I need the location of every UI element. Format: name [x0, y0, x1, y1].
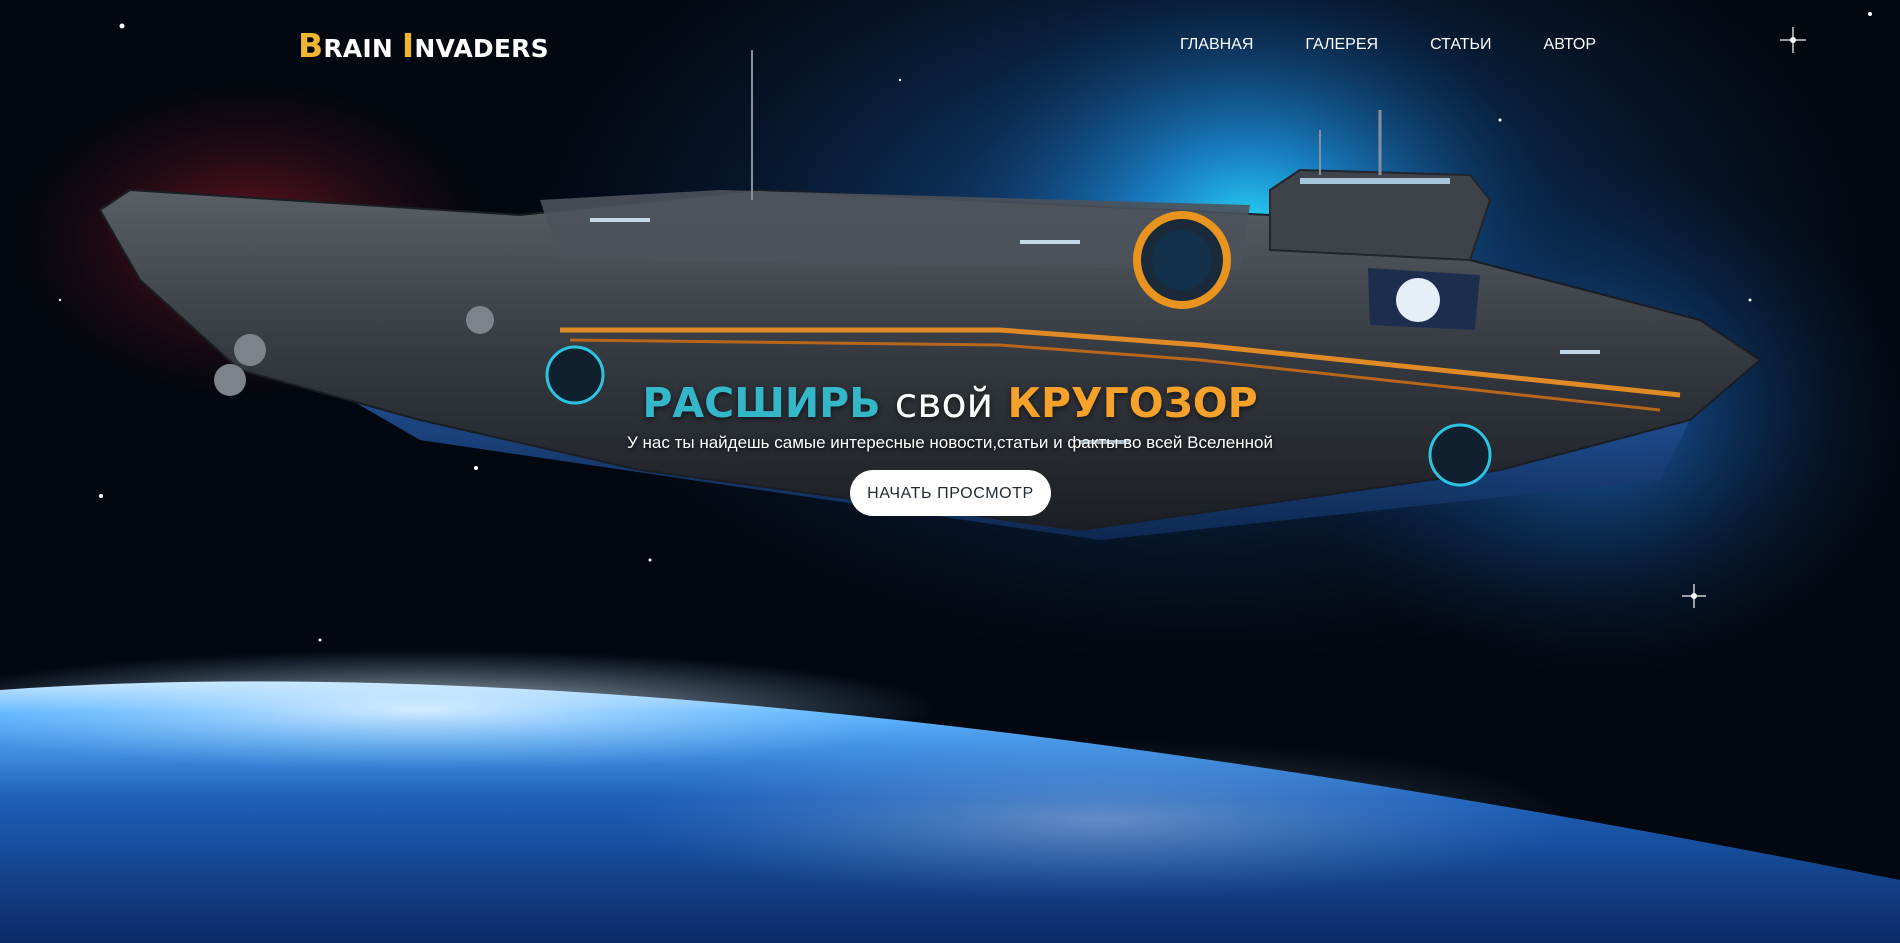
logo-text-nvaders: NVADERS [414, 34, 549, 63]
nav-link-gallery[interactable]: ГАЛЕРЕЯ [1305, 36, 1378, 54]
site-header: BRAIN INVADERS ГЛАВНАЯ ГАЛЕРЕЯ СТАТЬИ АВ… [0, 0, 1900, 90]
nav-link-author[interactable]: АВТОР [1544, 36, 1596, 54]
hero-title-word2: свой [894, 379, 994, 428]
logo-letter-b: B [298, 26, 324, 65]
logo-letter-i: I [401, 26, 415, 65]
hero-title-word1: РАСШИРЬ [642, 379, 881, 428]
main-nav: ГЛАВНАЯ ГАЛЕРЕЯ СТАТЬИ АВТОР [1180, 36, 1596, 54]
hero-title-word3: КРУГОЗОР [1007, 379, 1258, 428]
hero-subtitle: У нас ты найдешь самые интересные новост… [627, 433, 1273, 452]
hero-title: РАСШИРЬ свой КРУГОЗОР [0, 379, 1900, 427]
start-browsing-button[interactable]: НАЧАТЬ ПРОСМОТР [850, 470, 1051, 516]
nav-link-home[interactable]: ГЛАВНАЯ [1180, 36, 1253, 54]
landing-page: BRAIN INVADERS ГЛАВНАЯ ГАЛЕРЕЯ СТАТЬИ АВ… [0, 0, 1900, 943]
logo-text-rain: RAIN [323, 34, 393, 63]
nav-link-articles[interactable]: СТАТЬИ [1430, 36, 1491, 54]
site-logo[interactable]: BRAIN INVADERS [298, 26, 549, 65]
